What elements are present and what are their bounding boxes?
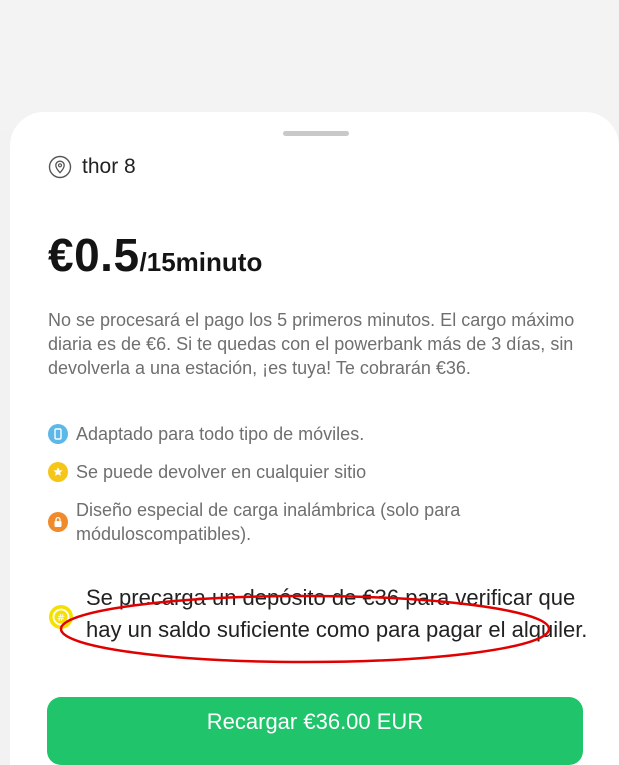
feature-label: Diseño especial de carga inalámbrica (so…	[76, 500, 461, 544]
feature-item: Se puede devolver en cualquier sitio	[48, 460, 588, 484]
phone-icon	[48, 424, 68, 444]
feature-label: Adaptado para todo tipo de móviles.	[76, 424, 365, 444]
drag-handle[interactable]	[283, 131, 349, 136]
background-area	[0, 0, 619, 130]
pricing-description: No se procesará el pago los 5 primeros m…	[48, 310, 575, 378]
svg-text:#: #	[57, 613, 65, 624]
location-row: thor 8	[48, 152, 136, 182]
lock-icon	[48, 512, 68, 532]
deposit-text: Se precarga un depósito de €36 para veri…	[86, 585, 588, 642]
feature-item: Adaptado para todo tipo de móviles.	[48, 422, 588, 446]
feature-label: Se puede devolver en cualquier sitio	[76, 462, 367, 482]
price-display: €0.5/15minuto	[48, 228, 262, 282]
feature-item: Diseño especial de carga inalámbrica (so…	[48, 498, 588, 546]
location-pin-icon	[48, 155, 72, 179]
deposit-notice: # Se precarga un depósito de €36 para ve…	[48, 582, 588, 646]
feature-list: Adaptado para todo tipo de móviles. Se p…	[48, 422, 588, 560]
location-name: thor 8	[82, 155, 136, 178]
price-amount: €0.5	[48, 229, 140, 281]
star-icon	[48, 462, 68, 482]
bottom-sheet: thor 8 €0.5/15minuto No se procesará el …	[10, 112, 619, 765]
price-unit: /15minuto	[139, 247, 263, 277]
recharge-button[interactable]: Recargar €36.00 EUR	[47, 697, 583, 765]
coin-icon: #	[49, 605, 73, 629]
